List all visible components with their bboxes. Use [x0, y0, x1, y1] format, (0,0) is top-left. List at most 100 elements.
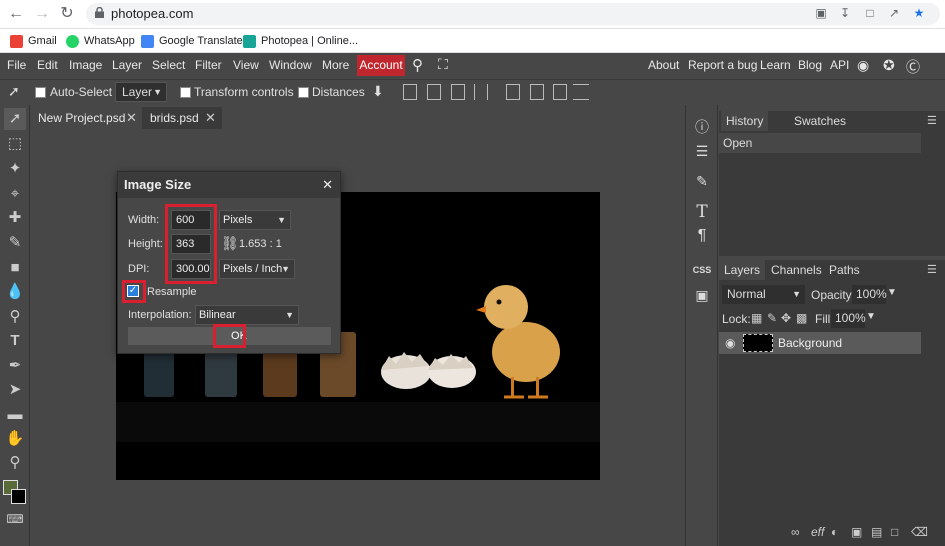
lock-transparency-icon[interactable]: ▦	[751, 311, 762, 325]
bookmark-photopea[interactable]: Photopea | Online...	[243, 33, 358, 49]
css-icon[interactable]: CSS	[692, 260, 712, 280]
blur-tool-icon[interactable]: 💧	[4, 281, 26, 303]
lock-pixels-icon[interactable]: ✎	[767, 311, 777, 325]
align-middle-icon[interactable]	[530, 84, 544, 100]
tab-history[interactable]: History	[721, 111, 769, 131]
menu-file[interactable]: File	[7, 58, 26, 72]
image-icon[interactable]: ▣	[692, 285, 712, 305]
gradient-tool-icon[interactable]: ■	[4, 257, 26, 279]
link-icon[interactable]: ⛓	[221, 235, 239, 252]
adjustment-layer-icon[interactable]: ◐	[831, 525, 838, 539]
twitter-icon[interactable]: ✪	[883, 57, 895, 74]
menu-learn[interactable]: Learn	[760, 58, 791, 72]
opacity-dropdown-icon[interactable]: ▼	[887, 287, 897, 298]
bookmark-gmail[interactable]: Gmail	[10, 33, 57, 49]
star-icon[interactable]: ★	[912, 6, 926, 20]
brush-tool-icon[interactable]: ✎	[4, 232, 26, 254]
close-icon[interactable]: ✕	[205, 107, 216, 129]
auto-select-checkbox[interactable]	[35, 87, 46, 98]
layer-select[interactable]: Layer ▼	[115, 82, 167, 102]
distribute-icon[interactable]	[474, 84, 488, 100]
facebook-icon[interactable]: Ⓒ	[906, 57, 920, 77]
history-item[interactable]: Open	[719, 133, 921, 153]
align-center-icon[interactable]	[427, 84, 441, 100]
lock-position-icon[interactable]: ✥	[781, 311, 791, 325]
menu-report-bug[interactable]: Report a bug	[688, 58, 757, 72]
trash-icon[interactable]: ⌫	[911, 525, 928, 539]
fullscreen-icon[interactable]: ⛶	[438, 56, 448, 73]
menu-about[interactable]: About	[648, 58, 679, 72]
align-bottom-icon[interactable]	[553, 84, 567, 100]
tab-new-project[interactable]: New Project.psd ✕	[30, 107, 140, 129]
layer-row-background[interactable]: ◉ Background	[719, 332, 921, 354]
menu-layer[interactable]: Layer	[112, 58, 142, 72]
tab-paths[interactable]: Paths	[824, 260, 865, 280]
character-icon[interactable]: T	[692, 202, 712, 222]
lock-all-icon[interactable]: ▩	[796, 311, 807, 325]
align-top-icon[interactable]	[506, 84, 520, 100]
distances-checkbox[interactable]	[298, 87, 309, 98]
panel-menu-icon[interactable]: ☰	[927, 264, 939, 276]
transform-controls-checkbox[interactable]	[180, 87, 191, 98]
zoom-tool-icon[interactable]: ⚲	[4, 452, 26, 474]
distribute-vertical-icon[interactable]	[573, 84, 589, 100]
opacity-field[interactable]: 100%	[852, 285, 887, 304]
address-bar[interactable]: photopea.com ▣ ↧ □ ↗ ★	[86, 3, 940, 25]
brush-settings-icon[interactable]: ✎	[692, 171, 712, 191]
new-layer-icon[interactable]: □	[891, 525, 898, 539]
panel-menu-icon[interactable]: ☰	[927, 115, 939, 127]
bookmark-whatsapp[interactable]: WhatsApp	[66, 33, 135, 49]
menu-window[interactable]: Window	[269, 58, 312, 72]
menu-edit[interactable]: Edit	[37, 58, 58, 72]
dodge-tool-icon[interactable]: ⚲	[4, 306, 26, 328]
fill-field[interactable]: 100%	[831, 309, 866, 328]
move-tool-icon[interactable]: ➚	[4, 108, 26, 130]
back-icon[interactable]: ←	[6, 4, 26, 24]
close-icon[interactable]: ✕	[322, 177, 333, 193]
align-left-icon[interactable]	[403, 84, 417, 100]
menu-filter[interactable]: Filter	[195, 58, 222, 72]
effects-icon[interactable]: eff	[811, 525, 824, 539]
reload-icon[interactable]: ↻	[57, 4, 77, 24]
shape-tool-icon[interactable]: ▬	[4, 404, 26, 426]
hand-tool-icon[interactable]: ✋	[4, 428, 26, 450]
page-icon[interactable]: □	[863, 6, 877, 20]
tab-brids[interactable]: brids.psd ✕	[142, 107, 222, 129]
magic-wand-icon[interactable]: ✦	[4, 158, 26, 180]
adjustments-icon[interactable]: ☰	[692, 141, 712, 161]
blend-mode-select[interactable]: Normal ▼	[722, 285, 805, 304]
cast-icon[interactable]: ▣	[814, 6, 828, 20]
tab-layers[interactable]: Layers	[719, 260, 766, 280]
menu-blog[interactable]: Blog	[798, 58, 822, 72]
menu-image[interactable]: Image	[69, 58, 102, 72]
interpolation-select[interactable]: Bilinear ▼	[195, 305, 299, 325]
dpi-unit-select[interactable]: Pixels / Inch ▼	[219, 259, 295, 279]
forward-icon[interactable]: →	[32, 4, 52, 24]
menu-select[interactable]: Select	[152, 58, 185, 72]
fill-dropdown-icon[interactable]: ▼	[866, 311, 876, 322]
info-icon[interactable]: ⓘ	[692, 117, 712, 137]
search-icon[interactable]: ⚲	[412, 56, 423, 74]
keyboard-icon[interactable]: ⌨	[4, 508, 26, 530]
crop-tool-icon[interactable]: ⌖	[4, 183, 26, 205]
pen-tool-icon[interactable]: ✒	[4, 355, 26, 377]
share-icon[interactable]: ↗	[887, 6, 901, 20]
download-icon[interactable]: ⬇	[372, 83, 384, 100]
healing-tool-icon[interactable]: ✚	[4, 207, 26, 229]
download-icon[interactable]: ↧	[838, 6, 852, 20]
paragraph-icon[interactable]: ¶	[692, 226, 712, 246]
tab-channels[interactable]: Channels	[766, 260, 827, 280]
eye-icon[interactable]: ◉	[725, 336, 735, 350]
account-button[interactable]: Account	[357, 55, 405, 76]
background-color-swatch[interactable]	[11, 489, 26, 504]
reddit-icon[interactable]: ◉	[857, 57, 869, 74]
link-icon[interactable]: ∞	[791, 525, 800, 539]
mask-icon[interactable]: ▣	[851, 525, 862, 539]
folder-icon[interactable]: ▤	[871, 525, 882, 539]
width-unit-select[interactable]: Pixels ▼	[219, 210, 291, 230]
marquee-tool-icon[interactable]: ⬚	[4, 133, 26, 155]
menu-api[interactable]: API	[830, 58, 849, 72]
align-right-icon[interactable]	[451, 84, 465, 100]
menu-more[interactable]: More	[322, 58, 349, 72]
path-select-icon[interactable]: ➤	[4, 379, 26, 401]
